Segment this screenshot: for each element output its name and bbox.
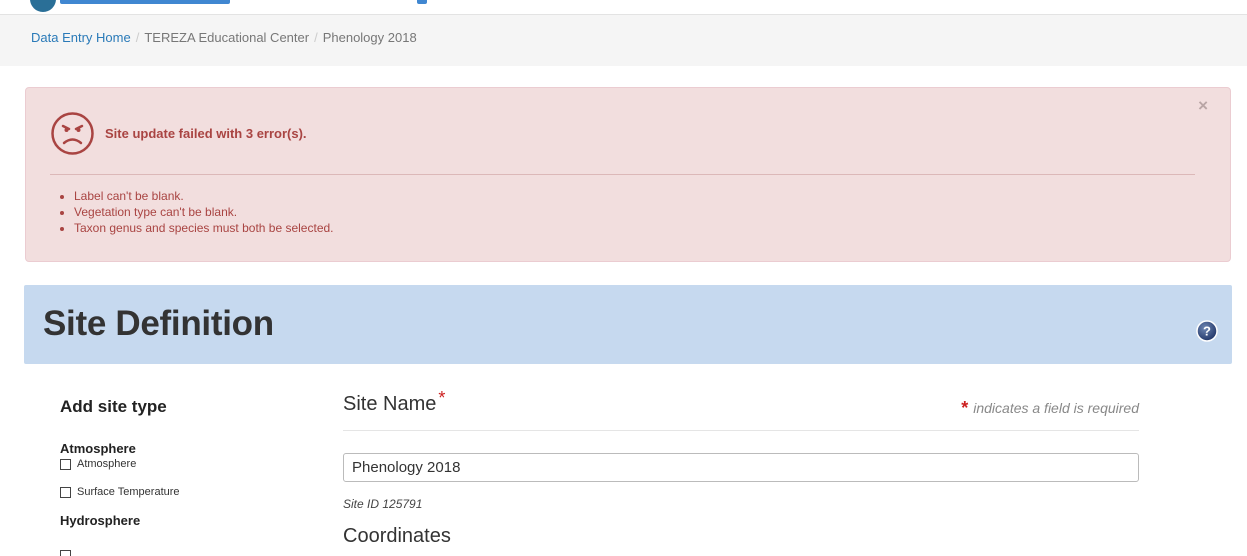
hydrosphere-checkbox[interactable] (60, 550, 71, 556)
breadcrumb-bar: Data Entry Home / TEREZA Educational Cente… (0, 14, 1247, 66)
breadcrumb-home-link[interactable]: Data Entry Home (31, 30, 131, 45)
required-note-text: indicates a field is required (973, 400, 1139, 416)
site-name-text: Site Name (343, 393, 437, 415)
logo-fragment (417, 0, 427, 4)
group-title-atmosphere: Atmosphere (60, 441, 136, 456)
required-note: * indicates a field is required (961, 397, 1139, 418)
alert-divider (50, 174, 1195, 175)
breadcrumb-current: Phenology 2018 (322, 30, 417, 45)
site-definition-header: Site Definition ? (24, 285, 1232, 364)
breadcrumb: Data Entry Home / TEREZA Educational Cente… (31, 30, 417, 45)
error-item: Vegetation type can't be blank. (74, 204, 334, 220)
atmosphere-checkbox[interactable] (60, 458, 71, 470)
frown-face-icon (51, 112, 94, 155)
site-id: Site ID 125791 (343, 497, 423, 511)
site-type-surface-temperature[interactable]: Surface Temperature (60, 486, 180, 498)
breadcrumb-separator: / (314, 30, 318, 45)
checkbox-label: Atmosphere (77, 458, 137, 470)
top-banner (0, 0, 1247, 14)
globe-logo-icon[interactable] (30, 0, 56, 12)
alert-title: Site update failed with 3 error(s). (105, 126, 307, 141)
site-name-input[interactable] (343, 453, 1139, 482)
add-site-type-title: Add site type (60, 397, 167, 416)
surface-temperature-checkbox[interactable] (60, 486, 71, 498)
coordinates-label: Coordinates (343, 525, 451, 547)
group-title-hydrosphere: Hydrosphere (60, 513, 141, 528)
help-glyph: ? (1203, 324, 1211, 339)
close-icon[interactable]: × (1198, 96, 1208, 116)
error-list: Label can't be blank. Vegetation type ca… (74, 188, 334, 236)
field-divider (343, 430, 1139, 431)
site-name-label: Site Name * (343, 388, 445, 416)
help-icon[interactable]: ? (1196, 320, 1218, 342)
error-alert: × Site update failed with 3 error(s). La… (25, 87, 1231, 262)
error-item: Taxon genus and species must both be sel… (74, 220, 334, 236)
required-marker: * (961, 398, 969, 418)
error-item: Label can't be blank. (74, 188, 334, 204)
breadcrumb-center[interactable]: TEREZA Educational Center (144, 30, 309, 45)
logo-wordmark[interactable] (60, 0, 230, 4)
breadcrumb-separator: / (135, 30, 140, 45)
required-marker: * (438, 388, 446, 408)
checkbox-label: Surface Temperature (77, 486, 180, 498)
site-type-atmosphere[interactable]: Atmosphere (60, 458, 136, 470)
page-title: Site Definition (43, 304, 274, 343)
